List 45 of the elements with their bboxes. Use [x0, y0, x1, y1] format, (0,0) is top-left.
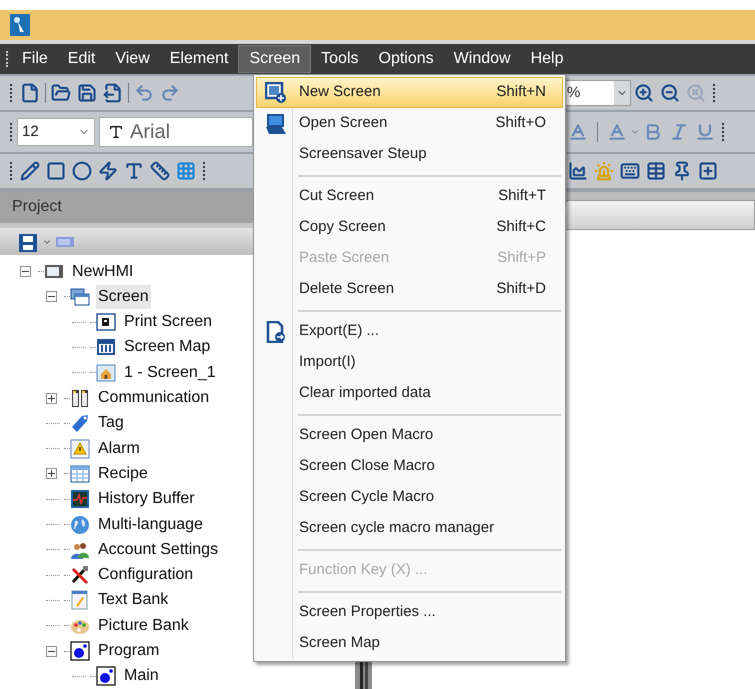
menu-option[interactable]: Screen Map [256, 628, 563, 659]
menu-option[interactable]: Clear imported data [256, 378, 563, 409]
menu-item[interactable]: Tools [311, 45, 369, 73]
tree-item[interactable]: 1 - Screen_1 [122, 360, 218, 385]
tree-item[interactable]: Picture Bank [96, 614, 191, 638]
menu-item[interactable]: Help [520, 45, 574, 73]
menu-item[interactable]: Screen [238, 45, 312, 73]
tree-item[interactable]: Communication [96, 386, 212, 410]
menu-option[interactable]: Open Screen Shift+O [256, 108, 563, 139]
tree-item[interactable]: Main [122, 664, 161, 688]
tree-item[interactable]: Recipe [96, 462, 150, 486]
menu-option[interactable]: Screensaver Steup [256, 139, 563, 170]
tree-item[interactable]: Text Bank [96, 588, 170, 612]
tree-item[interactable]: Alarm [96, 436, 142, 461]
menu-item[interactable]: Element [160, 45, 238, 73]
tree-item[interactable]: Program [96, 639, 162, 664]
tree-item[interactable]: Screen Map [122, 335, 212, 360]
menu-option[interactable]: Screen Open Macro [256, 420, 563, 451]
tree-item[interactable]: History Buffer [96, 487, 197, 512]
font-name-field[interactable]: Arial [99, 117, 253, 147]
tree-item[interactable]: Account Settings [96, 538, 220, 562]
menu-item[interactable]: Window [444, 45, 521, 73]
tree-item[interactable]: NewHMI [70, 260, 136, 284]
menu-item[interactable]: File [12, 45, 58, 73]
panel-title: Project [12, 197, 62, 218]
menu-item[interactable]: Edit [58, 45, 106, 73]
tree-item[interactable]: Configuration [96, 563, 196, 588]
zoom-field[interactable]: % [565, 80, 631, 106]
menu-option[interactable]: Delete Screen Shift+D [256, 274, 563, 305]
tree-item[interactable]: Screen [96, 284, 151, 309]
menu-option[interactable]: Cut Screen Shift+T [256, 181, 563, 212]
menu-option[interactable]: Screen Cycle Macro [256, 482, 563, 513]
menu-option[interactable]: Screen cycle macro manager [256, 513, 563, 544]
menu-item[interactable]: Options [368, 45, 444, 73]
menu-option[interactable]: Copy Screen Shift+C [256, 212, 563, 243]
tree-item[interactable]: Tag [96, 411, 126, 436]
menu-option[interactable]: Export(E) ... [256, 316, 563, 347]
menu-option[interactable]: Screen Properties ... [256, 597, 563, 628]
tree-item[interactable]: Print Screen [122, 310, 214, 334]
font-size-field[interactable]: 12 [17, 118, 95, 146]
menu-option[interactable]: Import(I) [256, 347, 563, 378]
menu-option[interactable]: New Screen Shift+N [256, 77, 563, 108]
menu-item[interactable]: View [105, 45, 160, 73]
tree-item[interactable]: Multi-language [96, 512, 205, 537]
menu-option[interactable]: Screen Close Macro [256, 451, 563, 482]
